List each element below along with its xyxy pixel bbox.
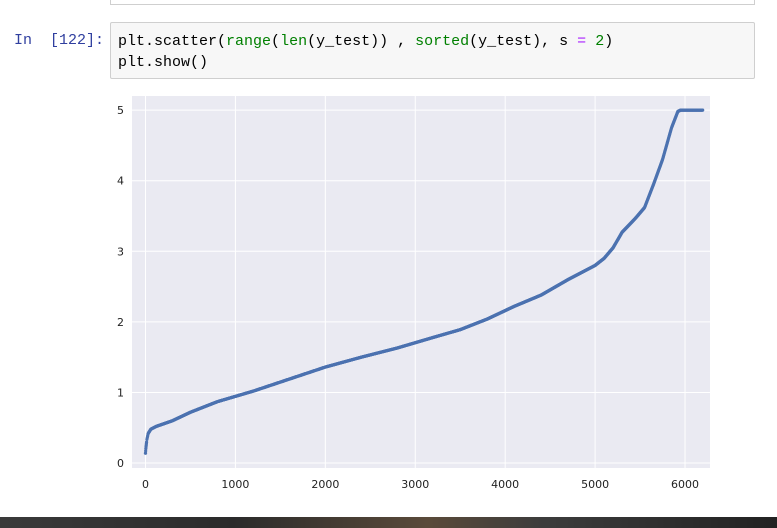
code-token-operator: = (577, 33, 587, 50)
code-line-1: plt.scatter(range(len(y_test)) , sorted(… (118, 31, 754, 52)
code-token: (y_test), s (469, 33, 578, 50)
previous-cell-output-edge (110, 0, 755, 5)
scatter-point (144, 449, 148, 453)
scatter-plot: 0 1000 2000 3000 4000 5000 6000 0 1 2 3 4 5 (117, 96, 710, 491)
y-tick-label: 0 (117, 457, 124, 470)
code-token: ( (271, 33, 281, 50)
code-token-builtin: len (280, 33, 308, 50)
code-token: plt.scatter( (118, 33, 227, 50)
y-tick-label: 2 (117, 316, 124, 329)
code-token: (y_test)) , (307, 33, 416, 50)
code-token: ) (604, 33, 614, 50)
plot-background (132, 96, 710, 468)
code-token-builtin: range (226, 33, 272, 50)
y-tick-label: 4 (117, 175, 124, 188)
taskbar-edge (0, 517, 777, 528)
notebook-page: In [122]: plt.scatter(range(len(y_test))… (0, 0, 777, 528)
x-tick-label: 1000 (221, 478, 249, 491)
x-tick-label: 4000 (491, 478, 519, 491)
input-prompt: In [122]: (14, 32, 105, 49)
code-line-2: plt.show() (118, 54, 209, 71)
y-tick-label: 5 (117, 104, 124, 117)
x-tick-label: 2000 (311, 478, 339, 491)
y-tick-label: 1 (117, 386, 124, 399)
code-token-number: 2 (595, 33, 605, 50)
y-tick-label: 3 (117, 245, 124, 258)
x-tick-label: 6000 (671, 478, 699, 491)
scatter-point (144, 442, 148, 446)
x-tick-label: 3000 (401, 478, 429, 491)
code-input-area[interactable]: plt.scatter(range(len(y_test)) , sorted(… (110, 22, 755, 79)
x-tick-label: 0 (142, 478, 149, 491)
code-token-builtin: sorted (415, 33, 470, 50)
scatter-point (701, 108, 705, 112)
cell-output-area: 0 1000 2000 3000 4000 5000 6000 0 1 2 3 4 5 (110, 90, 710, 500)
scatter-point (144, 445, 148, 449)
x-tick-label: 5000 (581, 478, 609, 491)
